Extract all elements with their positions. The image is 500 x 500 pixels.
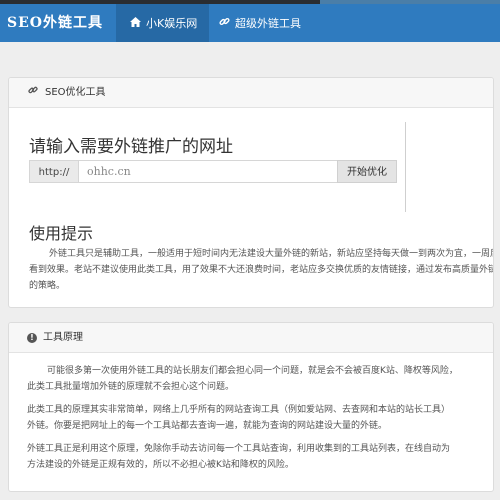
url-input-group: http:// 开始优化 bbox=[29, 160, 397, 183]
help-title: 使用提示 bbox=[29, 224, 94, 243]
seo-panel-body: 请输入需要外链推广的网址 http:// 开始优化 使用提示 外链工具只是辅助工… bbox=[9, 108, 494, 307]
info-icon: ! bbox=[27, 333, 37, 343]
link-icon bbox=[217, 4, 231, 42]
principle-paragraph: 可能很多第一次使用外链工具的站长朋友们都会担心同一个问题，就是会不会被百度K站、… bbox=[27, 366, 458, 392]
divider bbox=[405, 122, 406, 212]
principle-panel-header: ! 工具原理 bbox=[9, 323, 493, 353]
principle-paragraph: 外链工具正是利用这个原理，免除你手动去访问每一个工具站查询，利用收集到的工具站列… bbox=[27, 444, 451, 470]
brand-logo[interactable]: SEO外链工具 bbox=[0, 4, 110, 42]
link-icon bbox=[27, 78, 39, 108]
seo-tool-panel: SEO优化工具 请输入需要外链推广的网址 http:// 开始优化 使用提示 外… bbox=[8, 77, 494, 308]
start-optimize-button[interactable]: 开始优化 bbox=[337, 160, 397, 183]
url-prompt-title: 请输入需要外链推广的网址 bbox=[29, 137, 233, 157]
principle-panel-title: 工具原理 bbox=[43, 332, 83, 343]
nav-item-home[interactable]: 小K娱乐网 bbox=[116, 4, 210, 42]
nav-item-home-label: 小K娱乐网 bbox=[146, 17, 198, 30]
principle-panel-body: 可能很多第一次使用外链工具的站长朋友们都会担心同一个问题，就是会不会被百度K站、… bbox=[9, 353, 493, 473]
principle-paragraph: 此类工具的原理其实非常简单，网络上几乎所有的网站查询工具（例如爱站网、去查网和本… bbox=[27, 405, 451, 431]
nav-item-link-tool-label: 超级外链工具 bbox=[235, 17, 301, 30]
url-prefix: http:// bbox=[29, 160, 79, 183]
home-icon bbox=[128, 4, 142, 42]
help-text: 外链工具只是辅助工具，一般适用于短时间内无法建设大量外链的新站，新站应坚持每天做… bbox=[29, 249, 494, 291]
seo-panel-header: SEO优化工具 bbox=[9, 78, 493, 108]
principle-panel: ! 工具原理 可能很多第一次使用外链工具的站长朋友们都会担心同一个问题，就是会不会… bbox=[8, 322, 494, 492]
navbar: SEO外链工具 小K娱乐网 超级外链工具 bbox=[0, 4, 500, 42]
url-input[interactable] bbox=[79, 160, 337, 183]
nav-item-link-tool[interactable]: 超级外链工具 bbox=[205, 4, 313, 42]
seo-panel-title: SEO优化工具 bbox=[45, 87, 106, 98]
